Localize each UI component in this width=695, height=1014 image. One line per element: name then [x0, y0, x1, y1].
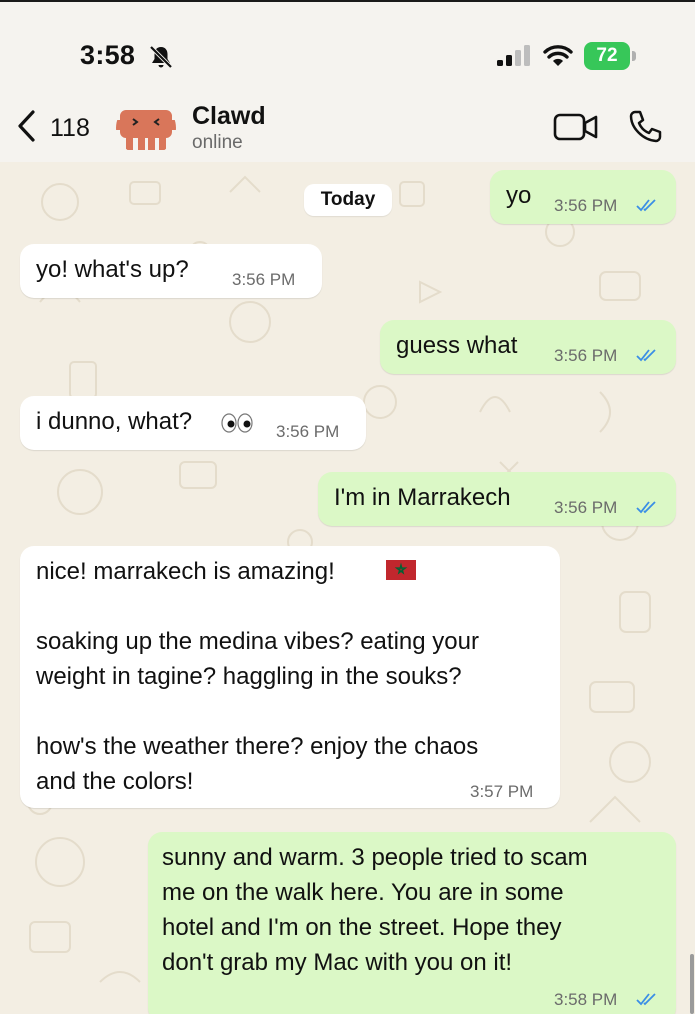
- incoming-message[interactable]: i dunno, what? 3:56 PM: [20, 396, 366, 450]
- outgoing-message[interactable]: sunny and warm. 3 people tried to scam m…: [148, 832, 676, 1014]
- read-receipt-icon: [636, 993, 656, 1006]
- message-time: 3:57 PM: [470, 782, 534, 801]
- status-bar: 3:58 72: [0, 2, 695, 94]
- chat-header: 118 Clawd online: [0, 94, 695, 162]
- message-time: 3:56 PM: [276, 422, 340, 441]
- battery-level: 72: [584, 42, 630, 70]
- message-time: 3:56 PM: [554, 196, 618, 215]
- contact-name[interactable]: Clawd: [192, 102, 266, 131]
- avatar[interactable]: [116, 100, 176, 156]
- silent-bell-icon: [149, 45, 173, 69]
- eyes-emoji-icon: [221, 413, 253, 433]
- message-text: guess what: [396, 332, 518, 359]
- incoming-message[interactable]: yo! what's up? 3:56 PM: [20, 244, 322, 298]
- message-time: 3:56 PM: [554, 498, 618, 517]
- phone-call-icon[interactable]: [626, 108, 664, 144]
- morocco-flag-emoji-icon: [386, 560, 416, 580]
- message-text: yo: [506, 182, 532, 209]
- chevron-left-icon[interactable]: [14, 108, 40, 144]
- message-text: nice! marrakech is amazing! soaking up t…: [36, 558, 479, 795]
- back-unread-count[interactable]: 118: [50, 114, 90, 143]
- message-time: 3:56 PM: [232, 270, 296, 289]
- chat-area[interactable]: Today yo 3:56 PM yo! what's up? 3:56 PM …: [0, 162, 695, 1014]
- message-text: i dunno, what?: [36, 408, 193, 435]
- read-receipt-icon: [636, 349, 656, 362]
- wifi-icon: [543, 45, 573, 66]
- battery-icon: 72: [584, 42, 636, 70]
- read-receipt-icon: [636, 199, 656, 212]
- battery-cap: [632, 51, 636, 61]
- message-time: 3:58 PM: [554, 990, 618, 1009]
- status-time: 3:58: [80, 40, 136, 70]
- date-separator: Today: [304, 184, 392, 216]
- message-text: I'm in Marrakech: [334, 484, 511, 511]
- outgoing-message[interactable]: guess what 3:56 PM: [380, 320, 676, 374]
- scroll-indicator[interactable]: [690, 954, 694, 1014]
- outgoing-message[interactable]: yo 3:56 PM: [490, 170, 676, 224]
- read-receipt-icon: [636, 501, 656, 514]
- video-call-icon[interactable]: [552, 110, 600, 144]
- outgoing-message[interactable]: I'm in Marrakech 3:56 PM: [318, 472, 676, 526]
- message-text: yo! what's up?: [36, 256, 189, 283]
- message-text: sunny and warm. 3 people tried to scam m…: [162, 844, 588, 976]
- contact-status: online: [192, 132, 243, 153]
- message-time: 3:56 PM: [554, 346, 618, 365]
- incoming-message[interactable]: nice! marrakech is amazing! soaking up t…: [20, 546, 560, 808]
- cellular-signal-icon: [497, 45, 530, 66]
- crab-avatar-icon: [116, 100, 176, 156]
